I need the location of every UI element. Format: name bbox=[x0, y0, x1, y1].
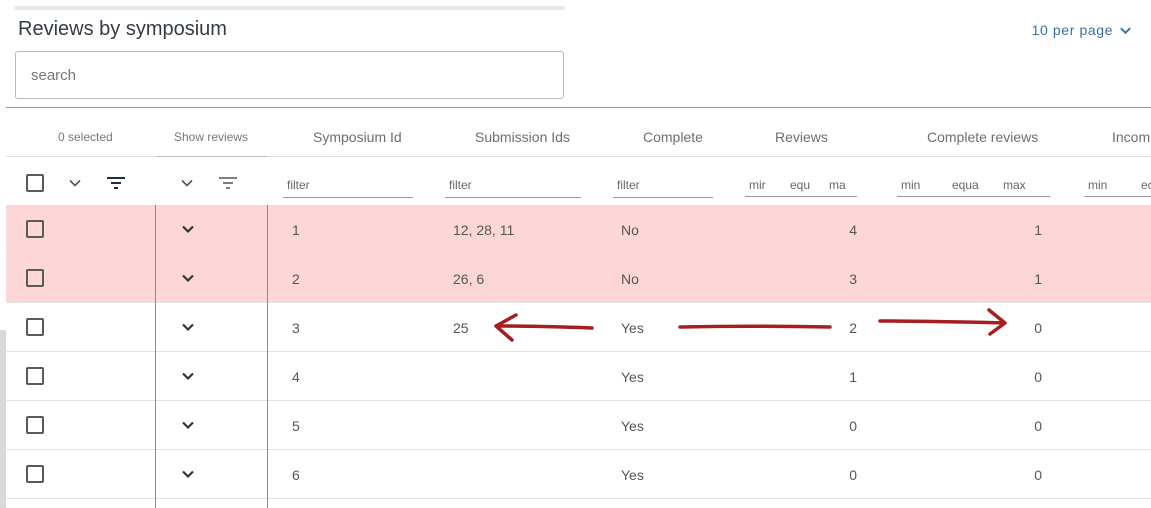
column-header-complete-reviews[interactable]: Complete reviews bbox=[927, 129, 1038, 145]
cell-symposium-id: 2 bbox=[292, 271, 300, 287]
complete-filter[interactable]: filter bbox=[613, 178, 713, 198]
reviews-min-filter[interactable]: mir bbox=[749, 178, 766, 192]
cell-complete: Yes bbox=[621, 418, 644, 434]
cell-symposium-id: 4 bbox=[292, 369, 300, 385]
table-row[interactable]: 3 25 Yes 2 0 bbox=[6, 303, 1151, 352]
column-header-incomplete-reviews[interactable]: Incom bbox=[1112, 129, 1150, 145]
cell-symposium-id: 3 bbox=[292, 320, 300, 336]
column-divider bbox=[267, 205, 268, 508]
row-checkbox[interactable] bbox=[26, 220, 44, 238]
show-reviews-underline bbox=[156, 156, 267, 157]
cell-reviews: 0 bbox=[849, 467, 857, 483]
cell-submission-ids: 12, 28, 11 bbox=[453, 222, 515, 238]
cell-complete-reviews: 0 bbox=[1034, 467, 1042, 483]
cell-complete: No bbox=[621, 222, 639, 238]
row-checkbox[interactable] bbox=[26, 318, 44, 336]
chevron-down-icon[interactable] bbox=[181, 369, 195, 383]
complete-reviews-min-filter[interactable]: min bbox=[901, 178, 920, 192]
cell-complete: No bbox=[621, 271, 639, 287]
table-row[interactable]: 5 Yes 0 0 bbox=[6, 401, 1151, 450]
chevron-down-icon[interactable] bbox=[181, 271, 195, 285]
chevron-down-icon[interactable] bbox=[181, 222, 195, 236]
cell-symposium-id: 1 bbox=[292, 222, 300, 238]
cell-submission-ids: 25 bbox=[453, 320, 469, 336]
chevron-down-icon[interactable] bbox=[181, 467, 195, 481]
complete-reviews-filter-underline bbox=[897, 196, 1050, 197]
cell-reviews: 4 bbox=[849, 222, 857, 238]
row-checkbox[interactable] bbox=[26, 416, 44, 434]
reviews-max-filter[interactable]: ma bbox=[829, 178, 846, 192]
complete-reviews-max-filter[interactable]: max bbox=[1003, 178, 1026, 192]
table-row[interactable]: 6 Yes 0 0 bbox=[6, 450, 1151, 499]
filter-lines-icon[interactable] bbox=[218, 175, 238, 191]
column-header-symposium-id[interactable]: Symposium Id bbox=[313, 129, 402, 145]
cell-complete-reviews: 1 bbox=[1034, 271, 1042, 287]
row-checkbox[interactable] bbox=[26, 367, 44, 385]
cell-complete-reviews: 0 bbox=[1034, 418, 1042, 434]
reviews-filter-underline bbox=[745, 196, 857, 197]
chevron-down-icon[interactable] bbox=[181, 418, 195, 432]
table-top-border bbox=[6, 107, 1151, 108]
cell-reviews: 2 bbox=[849, 320, 857, 336]
cell-reviews: 3 bbox=[849, 271, 857, 287]
cell-complete-reviews: 0 bbox=[1034, 320, 1042, 336]
table-row[interactable]: 4 Yes 1 0 bbox=[6, 352, 1151, 401]
chevron-down-icon[interactable] bbox=[180, 176, 194, 190]
cell-submission-ids: 26, 6 bbox=[453, 271, 485, 287]
column-divider bbox=[155, 205, 156, 508]
cell-complete-reviews: 1 bbox=[1034, 222, 1042, 238]
row-checkbox[interactable] bbox=[26, 269, 44, 287]
submission-ids-filter[interactable]: filter bbox=[445, 178, 581, 198]
chevron-down-icon[interactable] bbox=[181, 320, 195, 334]
search-input[interactable] bbox=[15, 51, 564, 99]
select-all-checkbox[interactable] bbox=[26, 174, 44, 192]
cell-complete-reviews: 0 bbox=[1034, 369, 1042, 385]
per-page-label: 10 per page bbox=[1031, 22, 1113, 38]
complete-reviews-equal-filter[interactable]: equa bbox=[952, 178, 979, 192]
row-checkbox[interactable] bbox=[26, 465, 44, 483]
incomplete-reviews-equal-filter[interactable]: ec bbox=[1141, 178, 1151, 192]
page-title: Reviews by symposium bbox=[18, 18, 227, 40]
column-header-complete[interactable]: Complete bbox=[643, 129, 703, 145]
cell-complete: Yes bbox=[621, 369, 644, 385]
cell-symposium-id: 6 bbox=[292, 467, 300, 483]
reviews-equal-filter[interactable]: equ bbox=[790, 178, 810, 192]
column-header-reviews[interactable]: Reviews bbox=[775, 129, 828, 145]
chevron-down-icon[interactable] bbox=[68, 176, 82, 190]
top-divider bbox=[14, 6, 565, 10]
chevron-down-icon bbox=[1120, 27, 1131, 34]
cell-symposium-id: 5 bbox=[292, 418, 300, 434]
cell-reviews: 0 bbox=[849, 418, 857, 434]
column-header-submission-ids[interactable]: Submission Ids bbox=[475, 129, 570, 145]
table-row[interactable]: 2 26, 6 No 3 1 bbox=[6, 254, 1151, 303]
cell-complete: Yes bbox=[621, 320, 644, 336]
incomplete-reviews-min-filter[interactable]: min bbox=[1088, 178, 1107, 192]
column-header-show-reviews[interactable]: Show reviews bbox=[174, 130, 248, 144]
incomplete-reviews-filter-underline bbox=[1084, 196, 1151, 197]
filter-lines-icon[interactable] bbox=[106, 175, 126, 191]
symposium-id-filter[interactable]: filter bbox=[283, 178, 413, 198]
table-row[interactable]: 1 12, 28, 11 No 4 1 bbox=[6, 205, 1151, 254]
cell-complete: Yes bbox=[621, 467, 644, 483]
selected-count: 0 selected bbox=[58, 130, 113, 144]
cell-reviews: 1 bbox=[849, 369, 857, 385]
per-page-dropdown[interactable]: 10 per page bbox=[1032, 22, 1132, 38]
